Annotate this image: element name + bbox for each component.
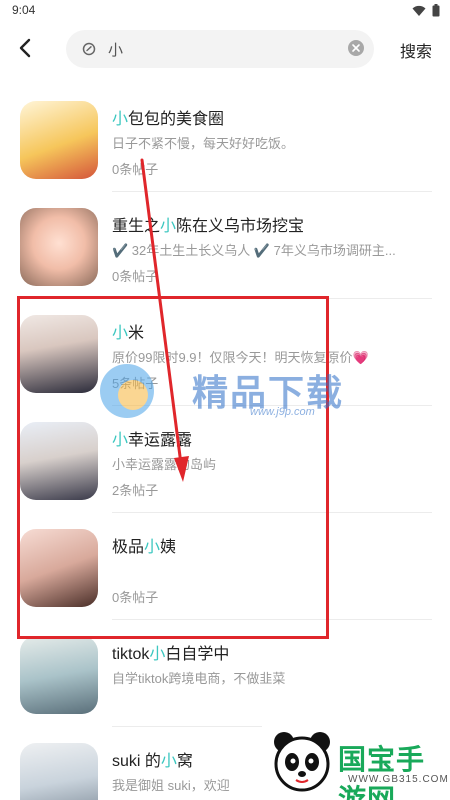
watermark: 精品下载 www.j9p.com	[100, 358, 360, 428]
site-logo-name: 国宝手游网	[338, 744, 426, 800]
site-logo-url: WWW.GB315.COM	[348, 774, 449, 785]
watermark-logo-dot	[118, 380, 148, 410]
watermark-url: www.j9p.com	[250, 406, 315, 418]
site-logo-badge: 国宝手游网 WWW.GB315.COM	[262, 724, 450, 800]
panda-icon	[274, 732, 330, 792]
